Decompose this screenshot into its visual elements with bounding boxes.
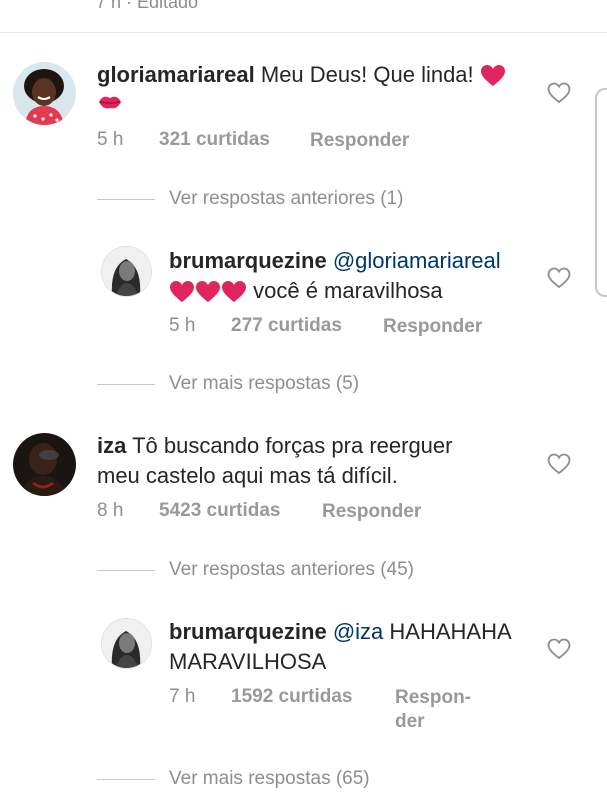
reply-body: você é maravilhosa — [253, 278, 443, 303]
comment-text: iza Tô buscando forças pra reerguer — [97, 431, 537, 461]
comment-time: 5 h — [97, 129, 124, 150]
kiss-mark-icon — [97, 92, 123, 117]
thread-line — [97, 199, 155, 200]
reply-username[interactable]: brumarquezine — [169, 248, 327, 273]
reply-username[interactable]: brumarquezine — [169, 619, 327, 644]
previous-comment-meta: 7 h · Editado — [96, 0, 199, 12]
view-previous-replies[interactable]: Ver respostas anteriores (45) — [169, 559, 414, 581]
reply-text: brumarquezine @gloriamariareal — [169, 246, 539, 276]
comment-text: gloriamariareal Meu Deus! Que linda! — [97, 60, 537, 90]
red-heart-emoji-icon — [480, 65, 505, 87]
scroll-indicator[interactable] — [595, 88, 607, 297]
red-heart-emoji-icon — [170, 281, 194, 303]
likes-count[interactable]: 321 curtidas — [159, 129, 270, 151]
reply-button[interactable]: Responder — [310, 129, 409, 153]
likes-count[interactable]: 277 curtidas — [231, 315, 342, 337]
reply-button[interactable]: Respon- der — [395, 686, 471, 734]
avatar[interactable] — [101, 618, 152, 669]
view-more-replies[interactable]: Ver mais respostas (65) — [169, 768, 370, 790]
comment-body-line2: meu castelo aqui mas tá difícil. — [97, 463, 398, 488]
reply-label-line1: Respon- — [395, 687, 471, 708]
comment-body: Tô buscando forças pra reerguer — [132, 433, 453, 458]
red-heart-emoji-icon — [196, 281, 220, 303]
thread-line — [97, 384, 155, 385]
comment-time: 8 h — [97, 500, 124, 521]
reply-text: brumarquezine @iza HAHAHAHA — [169, 617, 539, 647]
comment-username[interactable]: iza — [97, 433, 126, 458]
likes-count[interactable]: 5423 curtidas — [159, 500, 280, 522]
view-more-replies[interactable]: Ver mais respostas (5) — [169, 373, 359, 395]
thread-line — [97, 779, 155, 780]
reply-body-line2: MARAVILHOSA — [169, 649, 327, 674]
mention-link[interactable]: @iza — [333, 619, 383, 644]
avatar[interactable] — [101, 246, 152, 297]
reply-time: 5 h — [169, 315, 196, 336]
divider — [0, 32, 607, 33]
like-heart-icon[interactable] — [547, 638, 571, 660]
reply-text-line2: você é maravilhosa — [169, 276, 539, 306]
mention-link[interactable]: @gloriamariareal — [333, 248, 501, 273]
like-heart-icon[interactable] — [547, 82, 571, 104]
red-heart-emoji-icon — [222, 281, 246, 303]
avatar[interactable] — [13, 62, 76, 125]
reply-button[interactable]: Responder — [383, 315, 482, 339]
reply-body: HAHAHAHA — [389, 619, 512, 644]
reply-label-line2: der — [395, 711, 425, 732]
like-heart-icon[interactable] — [547, 453, 571, 475]
comment-username[interactable]: gloriamariareal — [97, 62, 255, 87]
view-previous-replies[interactable]: Ver respostas anteriores (1) — [169, 188, 403, 210]
reply-time: 7 h — [169, 686, 196, 707]
likes-count[interactable]: 1592 curtidas — [231, 686, 352, 708]
thread-line — [97, 570, 155, 571]
comment-body: Meu Deus! Que linda! — [260, 62, 474, 87]
avatar[interactable] — [13, 433, 76, 496]
like-heart-icon[interactable] — [547, 267, 571, 289]
reply-button[interactable]: Responder — [322, 500, 421, 524]
